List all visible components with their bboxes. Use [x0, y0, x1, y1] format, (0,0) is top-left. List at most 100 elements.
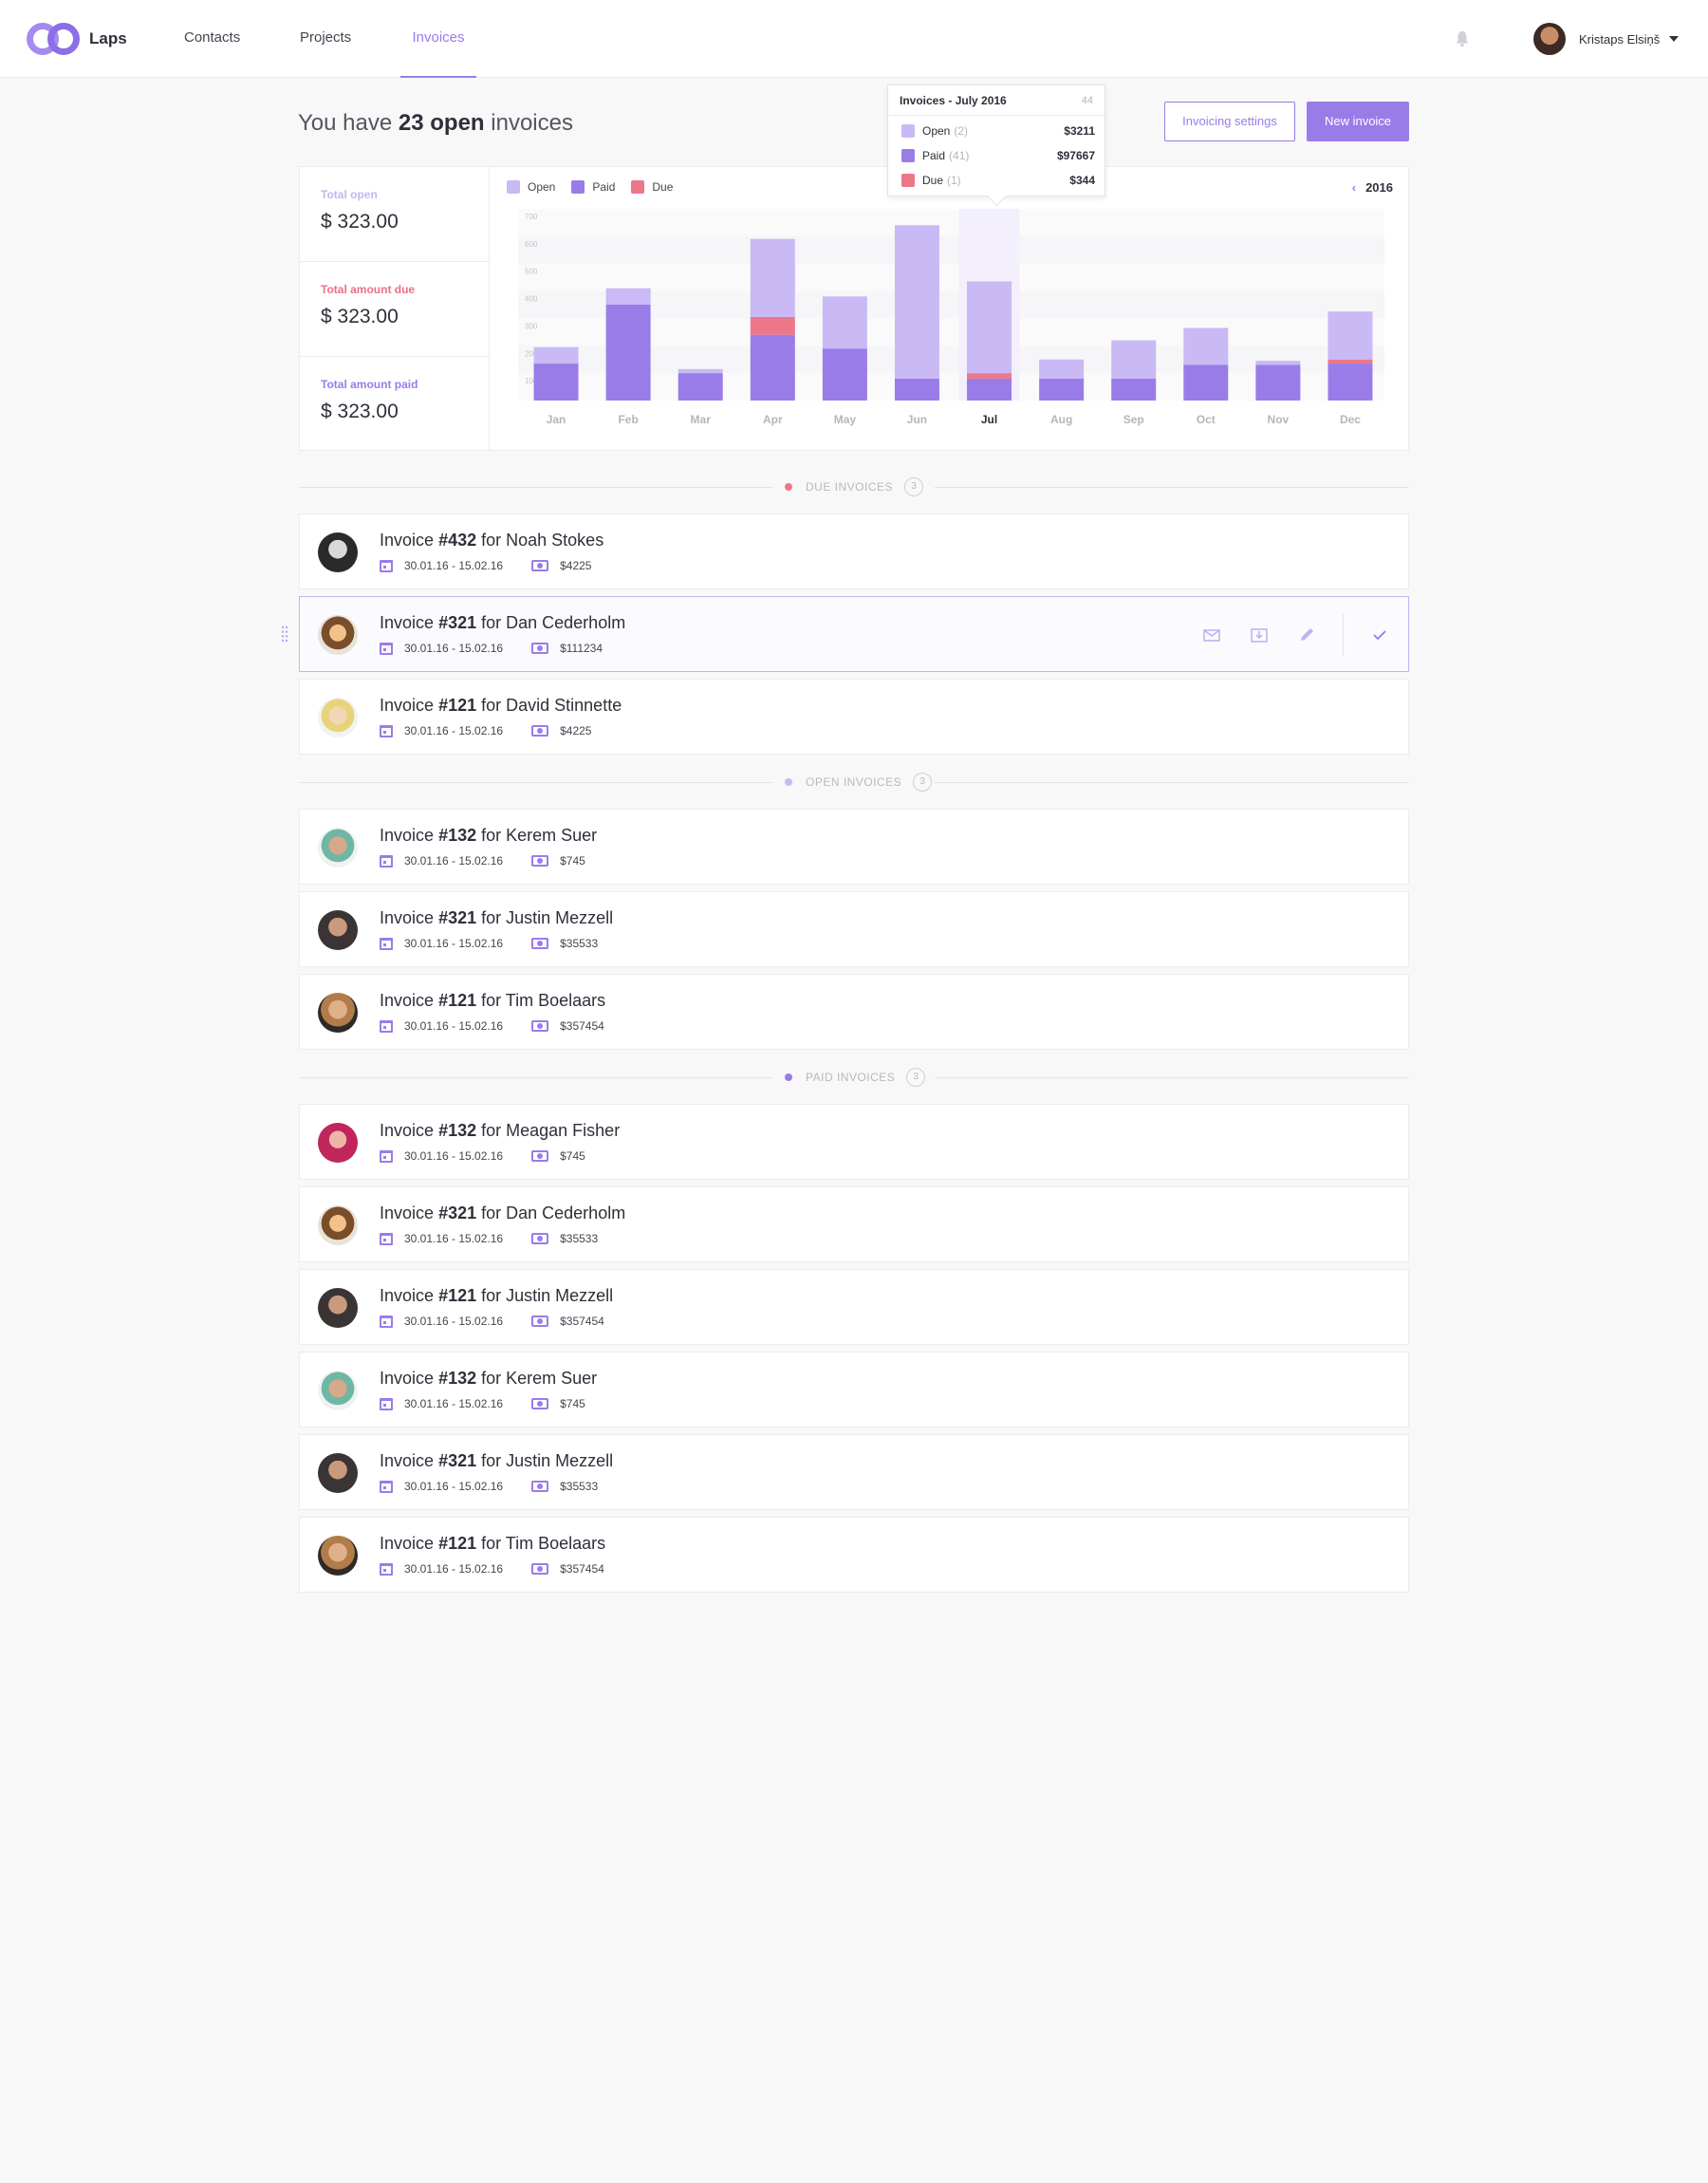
- top-navigation-bar: Laps Contacts Projects Invoices Kristaps…: [0, 0, 1708, 78]
- legend-due[interactable]: Due: [631, 180, 673, 194]
- invoice-row[interactable]: Invoice #121 for David Stinnette 30.01.1…: [299, 679, 1409, 755]
- bar-paid-nov: [1255, 364, 1301, 401]
- money-icon: [531, 725, 549, 737]
- chart-tooltip: Invoices - July 2016 44 Open (2) $3211 P…: [887, 84, 1105, 196]
- invoice-row[interactable]: Invoice #121 for Tim Boelaars 30.01.16 -…: [299, 974, 1409, 1050]
- invoice-dates: 30.01.16 - 15.02.16: [404, 642, 504, 655]
- calendar-icon: [380, 1019, 393, 1033]
- invoice-amount: $35533: [560, 937, 599, 950]
- legend-paid[interactable]: Paid: [571, 180, 615, 194]
- bar-open-apr: [750, 238, 795, 317]
- bar-paid-feb: [605, 305, 651, 401]
- invoice-dates: 30.01.16 - 15.02.16: [404, 854, 504, 868]
- invoice-dates: 30.01.16 - 15.02.16: [404, 559, 504, 572]
- app-logo[interactable]: Laps: [27, 23, 127, 55]
- tooltip-open-amount: $3211: [1064, 124, 1095, 138]
- invoice-row[interactable]: Invoice #121 for Tim Boelaars 30.01.16 -…: [299, 1517, 1409, 1593]
- invoice-row[interactable]: Invoice #321 for Dan Cederholm 30.01.16 …: [299, 1186, 1409, 1262]
- invoice-row[interactable]: Invoice #132 for Kerem Suer 30.01.16 - 1…: [299, 809, 1409, 885]
- invoice-meta: 30.01.16 - 15.02.16 $357454: [380, 1315, 604, 1328]
- invoice-row[interactable]: Invoice #132 for Meagan Fisher 30.01.16 …: [299, 1104, 1409, 1180]
- email-icon[interactable]: [1200, 624, 1223, 646]
- bar-paid-apr: [750, 334, 795, 401]
- invoice-title: Invoice #132 for Meagan Fisher: [380, 1121, 621, 1140]
- invoice-amount: $357454: [560, 1562, 604, 1576]
- nav-projects[interactable]: Projects: [300, 0, 351, 78]
- invoicing-settings-button[interactable]: Invoicing settings: [1164, 102, 1295, 141]
- x-tick-label: Dec: [1340, 413, 1361, 426]
- bar-open-aug: [1039, 359, 1085, 379]
- download-icon[interactable]: [1248, 624, 1271, 646]
- invoice-title: Invoice #321 for Dan Cederholm: [380, 1203, 626, 1222]
- y-tick-label: 500: [525, 268, 538, 276]
- invoice-row[interactable]: Invoice #321 for Justin Mezzell 30.01.16…: [299, 1434, 1409, 1510]
- invoice-stats-card: Total open $ 323.00 Total amount due $ 3…: [299, 166, 1409, 451]
- page-title: You have 23 open invoices: [298, 110, 573, 137]
- bar-open-feb: [605, 288, 651, 305]
- bar-open-may: [822, 296, 867, 349]
- notification-bell-icon[interactable]: [1455, 30, 1470, 47]
- client-avatar: [318, 532, 358, 572]
- x-tick-label: Jan: [547, 413, 566, 426]
- invoice-row[interactable]: Invoice #321 for Justin Mezzell 30.01.16…: [299, 891, 1409, 967]
- invoice-dates: 30.01.16 - 15.02.16: [404, 1480, 504, 1493]
- invoice-row[interactable]: Invoice #121 for Justin Mezzell 30.01.16…: [299, 1269, 1409, 1345]
- nav-invoices[interactable]: Invoices: [400, 0, 476, 78]
- nav-contacts[interactable]: Contacts: [184, 0, 240, 78]
- calendar-icon: [380, 854, 393, 868]
- invoice-amount: $35533: [560, 1480, 599, 1493]
- calendar-icon: [380, 724, 393, 737]
- user-menu[interactable]: Kristaps Elsiņš: [1533, 23, 1680, 55]
- client-avatar: [318, 993, 358, 1033]
- tooltip-paid-count: (41): [949, 149, 970, 162]
- user-name: Kristaps Elsiņš: [1579, 31, 1661, 47]
- invoice-meta: 30.01.16 - 15.02.16 $745: [380, 1149, 585, 1163]
- year-selector[interactable]: ‹ 2016: [1352, 180, 1393, 195]
- chevron-left-icon[interactable]: ‹: [1352, 180, 1356, 195]
- invoice-title: Invoice #132 for Kerem Suer: [380, 1369, 598, 1388]
- new-invoice-button[interactable]: New invoice: [1307, 102, 1409, 141]
- invoice-meta: 30.01.16 - 15.02.16 $35533: [380, 1232, 598, 1245]
- invoice-dates: 30.01.16 - 15.02.16: [404, 1149, 504, 1163]
- invoice-title: Invoice #121 for Justin Mezzell: [380, 1286, 614, 1305]
- section-due-label: DUE INVOICES: [806, 480, 894, 494]
- invoice-amount: $4225: [560, 559, 592, 572]
- calendar-icon: [380, 1562, 393, 1576]
- section-open-count: 3: [913, 773, 933, 792]
- bar-open-jan: [533, 346, 579, 364]
- bar-open-dec: [1327, 311, 1373, 360]
- money-icon: [531, 560, 549, 571]
- bar-open-mar: [678, 368, 723, 374]
- bar-due-apr: [750, 316, 795, 335]
- due-dot-icon: [785, 483, 792, 491]
- invoice-dates: 30.01.16 - 15.02.16: [404, 1315, 504, 1328]
- bar-open-oct: [1183, 327, 1229, 365]
- invoice-dates: 30.01.16 - 15.02.16: [404, 724, 504, 737]
- total-open-label: Total open: [321, 188, 378, 201]
- tooltip-due-count: (1): [947, 174, 961, 187]
- calendar-icon: [380, 1149, 393, 1163]
- total-paid-value: $ 323.00: [321, 401, 399, 422]
- legend-open[interactable]: Open: [507, 180, 555, 194]
- mark-paid-check-icon[interactable]: [1368, 624, 1391, 646]
- invoice-meta: 30.01.16 - 15.02.16 $745: [380, 854, 585, 868]
- invoice-row[interactable]: Invoice #321 for Dan Cederholm 30.01.16 …: [299, 596, 1409, 672]
- total-open-box: Total open $ 323.00: [300, 167, 489, 262]
- invoice-row[interactable]: Invoice #432 for Noah Stokes 30.01.16 - …: [299, 513, 1409, 589]
- tooltip-due-label: Due: [922, 174, 944, 187]
- bar-paid-mar: [678, 373, 723, 401]
- legend-due-swatch: [631, 180, 645, 194]
- client-avatar: [318, 1123, 358, 1163]
- section-header-open: OPEN INVOICES 3: [299, 773, 1409, 792]
- client-avatar: [318, 1205, 358, 1245]
- legend-paid-label: Paid: [592, 180, 616, 194]
- client-avatar: [318, 1536, 358, 1576]
- invoice-meta: 30.01.16 - 15.02.16 $35533: [380, 937, 598, 950]
- drag-handle-icon[interactable]: [281, 625, 288, 643]
- x-tick-label: Oct: [1197, 413, 1216, 426]
- invoice-row[interactable]: Invoice #132 for Kerem Suer 30.01.16 - 1…: [299, 1352, 1409, 1427]
- calendar-icon: [380, 1315, 393, 1328]
- invoice-meta: 30.01.16 - 15.02.16 $35533: [380, 1480, 598, 1493]
- edit-pencil-icon[interactable]: [1295, 624, 1318, 646]
- y-tick-label: 400: [525, 295, 538, 304]
